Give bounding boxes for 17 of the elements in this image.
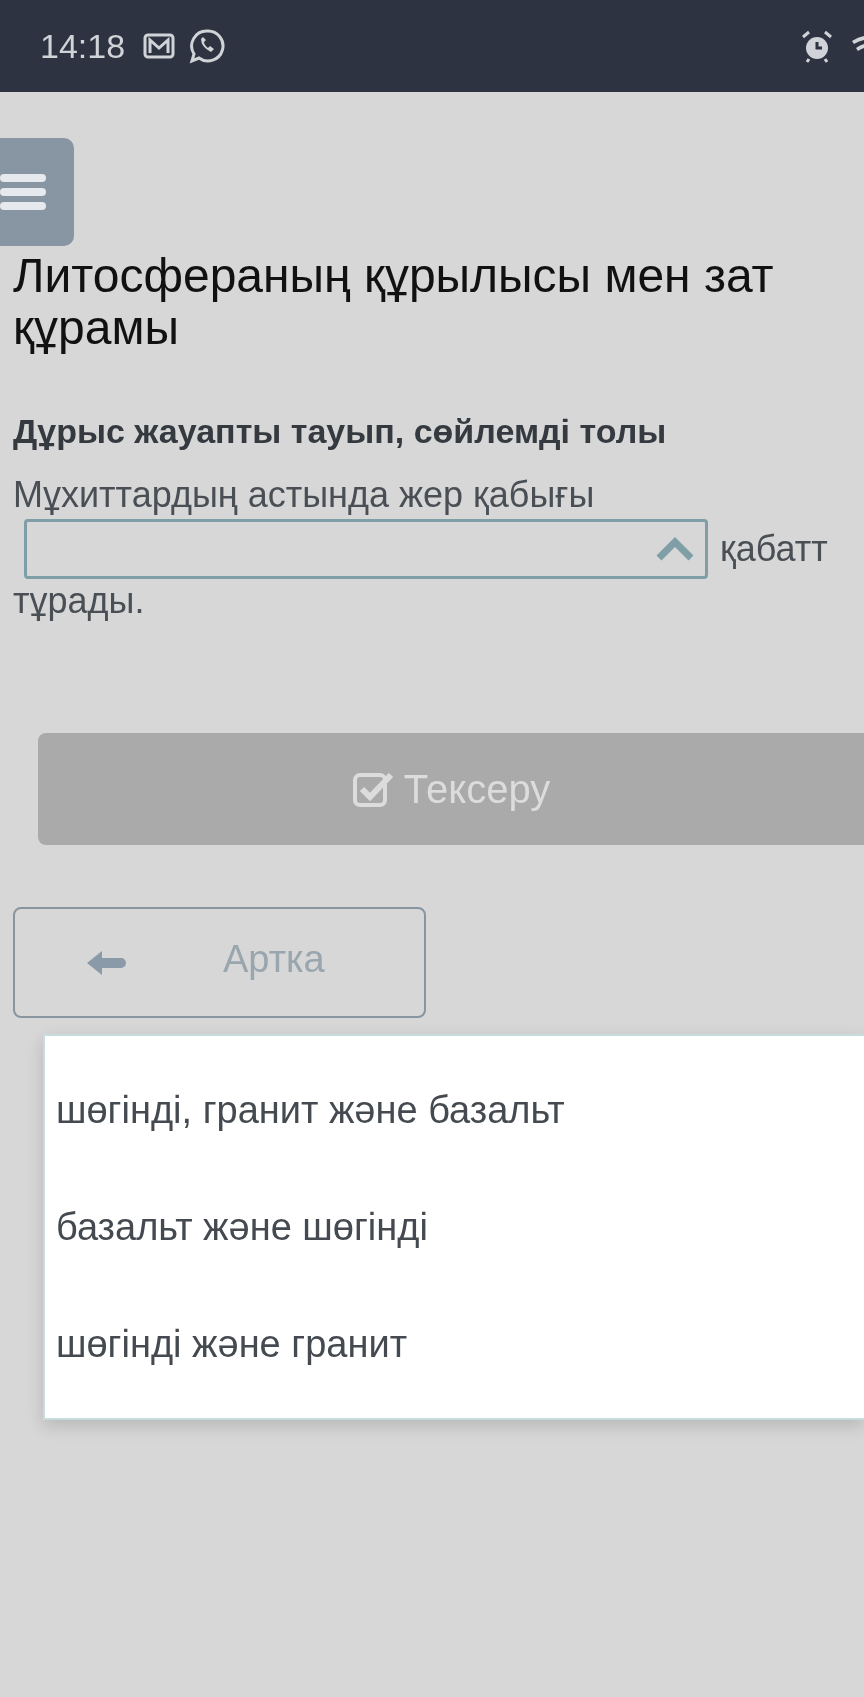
sentence-text: Мұхиттардың астында жер қабығы [13, 473, 595, 517]
dropdown-option[interactable]: базальт және шөгінді [45, 1203, 864, 1252]
chat-icon [189, 28, 226, 64]
page-title: Литосфераның құрылысы мен зат [13, 250, 774, 302]
alarm-icon [800, 29, 834, 63]
checkbox-icon [351, 770, 394, 808]
chevron-up-icon [655, 536, 695, 562]
mail-icon [143, 33, 176, 59]
page-title: құрамы [13, 302, 179, 354]
dropdown-option[interactable]: шөгінді, гранит және базальт [45, 1086, 864, 1135]
sentence-text: тұрады. [13, 579, 145, 623]
dropdown-option[interactable]: шөгінді және гранит [45, 1320, 864, 1369]
instruction-text: Дұрыс жауапты тауып, сөйлемді толы [13, 412, 668, 451]
sentence-text: қабатт [720, 527, 828, 571]
status-time: 14:18 [40, 26, 126, 66]
menu-button[interactable] [0, 138, 74, 246]
answer-select[interactable] [24, 519, 708, 579]
